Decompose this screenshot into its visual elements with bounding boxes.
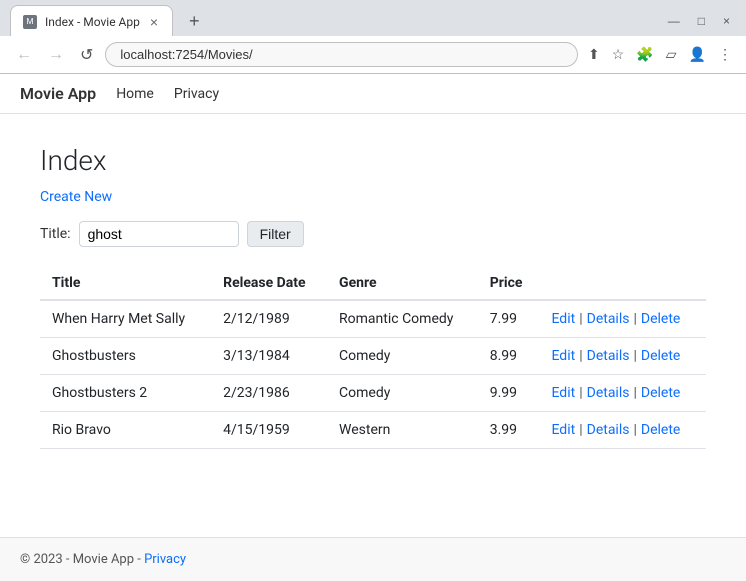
edit-link[interactable]: Edit	[551, 348, 575, 364]
sep-1: |	[579, 422, 582, 438]
toolbar-icons: ⬆ ☆ 🧩 ▱ 👤 ⋮	[586, 45, 734, 65]
cell-genre: Romantic Comedy	[327, 300, 478, 338]
cell-price: 9.99	[478, 375, 540, 412]
edit-link[interactable]: Edit	[551, 385, 575, 401]
edit-link[interactable]: Edit	[551, 422, 575, 438]
address-input[interactable]	[105, 42, 578, 67]
cell-actions: Edit | Details | Delete	[539, 300, 706, 338]
page-title: Index	[40, 144, 706, 177]
delete-link[interactable]: Delete	[641, 385, 680, 401]
sep-1: |	[579, 348, 582, 364]
bookmark-icon[interactable]: ☆	[610, 45, 627, 65]
cell-release-date: 2/12/1989	[211, 300, 327, 338]
delete-link[interactable]: Delete	[641, 348, 680, 364]
details-link[interactable]: Details	[587, 385, 630, 401]
sep-2: |	[633, 422, 636, 438]
back-button[interactable]: ←	[12, 44, 36, 66]
table-row: Ghostbusters 3/13/1984 Comedy 8.99 Edit …	[40, 338, 706, 375]
favicon-icon: M	[23, 15, 37, 29]
edit-link[interactable]: Edit	[551, 311, 575, 327]
sep-2: |	[633, 385, 636, 401]
filter-input[interactable]	[79, 221, 239, 247]
cell-release-date: 2/23/1986	[211, 375, 327, 412]
browser-window: M Index - Movie App × + — □ × ← → ↺ ⬆ ☆ …	[0, 0, 746, 581]
title-bar: M Index - Movie App × + — □ ×	[0, 0, 746, 36]
close-button[interactable]: ×	[717, 12, 736, 30]
forward-button[interactable]: →	[44, 44, 68, 66]
col-title: Title	[40, 267, 211, 300]
details-link[interactable]: Details	[587, 348, 630, 364]
cell-release-date: 3/13/1984	[211, 338, 327, 375]
cell-title: Rio Bravo	[40, 412, 211, 449]
address-bar: ← → ↺ ⬆ ☆ 🧩 ▱ 👤 ⋮	[0, 36, 746, 74]
profile-icon[interactable]: 👤	[687, 45, 708, 65]
delete-link[interactable]: Delete	[641, 422, 680, 438]
cell-actions: Edit | Details | Delete	[539, 338, 706, 375]
cell-title: When Harry Met Sally	[40, 300, 211, 338]
cell-actions: Edit | Details | Delete	[539, 412, 706, 449]
filter-label: Title:	[40, 226, 71, 242]
details-link[interactable]: Details	[587, 311, 630, 327]
table-row: Ghostbusters 2 2/23/1986 Comedy 9.99 Edi…	[40, 375, 706, 412]
cell-genre: Western	[327, 412, 478, 449]
footer-text: © 2023 - Movie App -	[20, 552, 144, 567]
table-row: Rio Bravo 4/15/1959 Western 3.99 Edit | …	[40, 412, 706, 449]
browser-tab[interactable]: M Index - Movie App ×	[10, 5, 173, 37]
cell-price: 8.99	[478, 338, 540, 375]
sep-1: |	[579, 385, 582, 401]
cell-release-date: 4/15/1959	[211, 412, 327, 449]
tab-title: Index - Movie App	[45, 15, 140, 29]
tab-close-button[interactable]: ×	[148, 15, 160, 29]
new-tab-button[interactable]: +	[183, 11, 206, 32]
movies-table: Title Release Date Genre Price When Harr…	[40, 267, 706, 449]
nav-privacy-link[interactable]: Privacy	[174, 86, 219, 102]
col-actions	[539, 267, 706, 300]
col-price: Price	[478, 267, 540, 300]
create-new-link[interactable]: Create New	[40, 189, 112, 205]
reload-button[interactable]: ↺	[76, 43, 97, 67]
delete-link[interactable]: Delete	[641, 311, 680, 327]
menu-icon[interactable]: ⋮	[716, 45, 734, 65]
cell-actions: Edit | Details | Delete	[539, 375, 706, 412]
cell-genre: Comedy	[327, 338, 478, 375]
page-content: Index Create New Title: Filter Title Rel…	[0, 114, 746, 537]
maximize-button[interactable]: □	[692, 12, 711, 30]
cell-price: 7.99	[478, 300, 540, 338]
filter-button[interactable]: Filter	[247, 221, 304, 247]
col-genre: Genre	[327, 267, 478, 300]
site-footer: © 2023 - Movie App - Privacy	[0, 537, 746, 581]
cell-title: Ghostbusters	[40, 338, 211, 375]
window-controls: — □ ×	[662, 12, 736, 30]
details-link[interactable]: Details	[587, 422, 630, 438]
sep-1: |	[579, 311, 582, 327]
cell-title: Ghostbusters 2	[40, 375, 211, 412]
extension-icon[interactable]: 🧩	[634, 45, 655, 65]
cell-genre: Comedy	[327, 375, 478, 412]
col-release-date: Release Date	[211, 267, 327, 300]
nav-home-link[interactable]: Home	[116, 86, 154, 102]
site-navbar: Movie App Home Privacy	[0, 74, 746, 114]
footer-privacy-link[interactable]: Privacy	[144, 552, 186, 567]
sep-2: |	[633, 311, 636, 327]
cell-price: 3.99	[478, 412, 540, 449]
filter-row: Title: Filter	[40, 221, 706, 247]
site-brand: Movie App	[20, 84, 96, 103]
table-row: When Harry Met Sally 2/12/1989 Romantic …	[40, 300, 706, 338]
title-bar-left: M Index - Movie App × +	[10, 5, 206, 37]
sidebar-icon[interactable]: ▱	[664, 45, 679, 65]
sep-2: |	[633, 348, 636, 364]
share-icon[interactable]: ⬆	[586, 45, 602, 65]
minimize-button[interactable]: —	[662, 12, 686, 30]
table-header-row: Title Release Date Genre Price	[40, 267, 706, 300]
